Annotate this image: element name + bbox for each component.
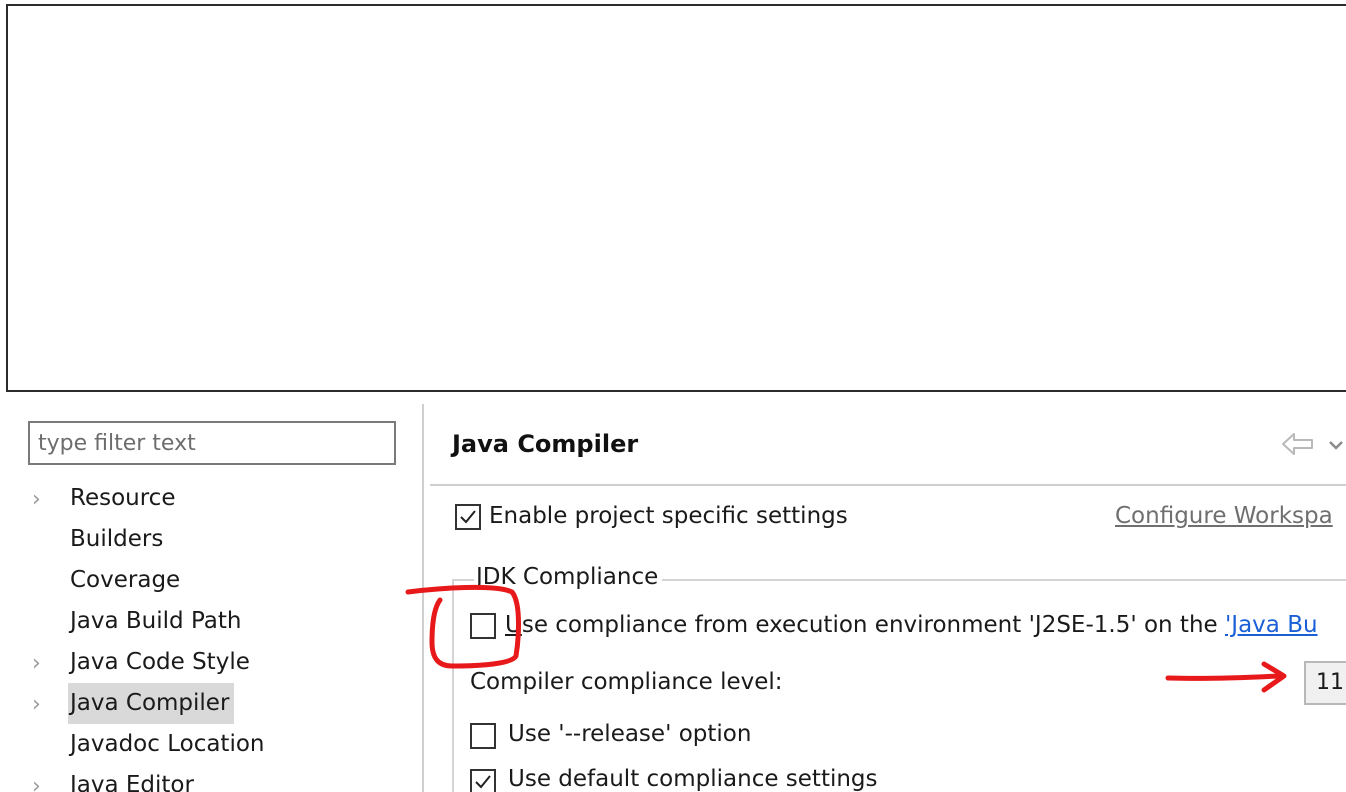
tree-item-java-code-style[interactable]: › Java Code Style bbox=[30, 642, 410, 683]
use-default-compliance-checkbox[interactable] bbox=[470, 769, 496, 792]
java-build-path-link[interactable]: 'Java Bu bbox=[1225, 612, 1318, 638]
tree-item-java-editor[interactable]: › Java Editor bbox=[30, 765, 410, 792]
tree-item-label: Javadoc Location bbox=[70, 731, 265, 757]
use-release-checkbox[interactable] bbox=[470, 723, 496, 749]
tree-item-java-build-path[interactable]: Java Build Path bbox=[30, 601, 410, 642]
chevron-right-icon[interactable]: › bbox=[32, 765, 52, 792]
page-title: Java Compiler bbox=[452, 430, 639, 458]
enable-project-specific-checkbox[interactable] bbox=[455, 504, 481, 530]
tree-item-coverage[interactable]: Coverage bbox=[30, 560, 410, 601]
tree-item-builders[interactable]: Builders bbox=[30, 519, 410, 560]
compliance-level-select[interactable]: 11 bbox=[1304, 661, 1346, 705]
tree-item-label: Coverage bbox=[70, 567, 181, 593]
screenshot: › Resource Builders Coverage Java Build … bbox=[0, 0, 1346, 792]
tree-item-label: Builders bbox=[70, 526, 164, 552]
view-menu-chevron-icon[interactable] bbox=[1329, 440, 1343, 450]
tree-item-resource[interactable]: › Resource bbox=[30, 478, 410, 519]
blank-panel bbox=[6, 4, 1346, 392]
enable-project-specific-label[interactable]: Enable project specific settings bbox=[489, 503, 848, 529]
jdk-compliance-group-title: JDK Compliance bbox=[474, 564, 663, 590]
tree-item-label: Resource bbox=[70, 485, 176, 511]
tree-item-label: Java Build Path bbox=[70, 608, 242, 634]
sash-divider[interactable] bbox=[422, 404, 424, 792]
use-exec-env-checkbox[interactable] bbox=[470, 613, 496, 639]
use-exec-env-label[interactable]: Use compliance from execution environmen… bbox=[505, 612, 1318, 638]
tree-item-label: Java Code Style bbox=[70, 649, 250, 675]
tree-item-label: Java Editor bbox=[70, 772, 194, 792]
configure-workspace-link[interactable]: Configure Workspa bbox=[1115, 503, 1333, 529]
back-arrow-icon[interactable] bbox=[1280, 429, 1316, 459]
compliance-level-label: Compiler compliance level: bbox=[470, 669, 783, 695]
use-exec-env-label-text: se compliance from execution environment… bbox=[521, 612, 1225, 638]
use-release-label[interactable]: Use '--release' option bbox=[508, 721, 751, 747]
checkmark-icon bbox=[475, 775, 491, 789]
filter-input[interactable] bbox=[28, 421, 396, 465]
chevron-right-icon[interactable]: › bbox=[32, 642, 52, 686]
chevron-right-icon[interactable]: › bbox=[32, 478, 52, 522]
checkmark-icon bbox=[460, 510, 476, 524]
use-exec-env-label-u: U bbox=[505, 612, 522, 638]
chevron-right-icon[interactable]: › bbox=[32, 683, 52, 727]
tree-item-javadoc-location[interactable]: Javadoc Location bbox=[30, 724, 410, 765]
header-separator bbox=[430, 484, 1346, 486]
tree-item-java-compiler[interactable]: › Java Compiler bbox=[30, 683, 410, 724]
use-default-compliance-label[interactable]: Use default compliance settings bbox=[508, 766, 878, 792]
tree-item-label: Java Compiler bbox=[68, 683, 235, 724]
